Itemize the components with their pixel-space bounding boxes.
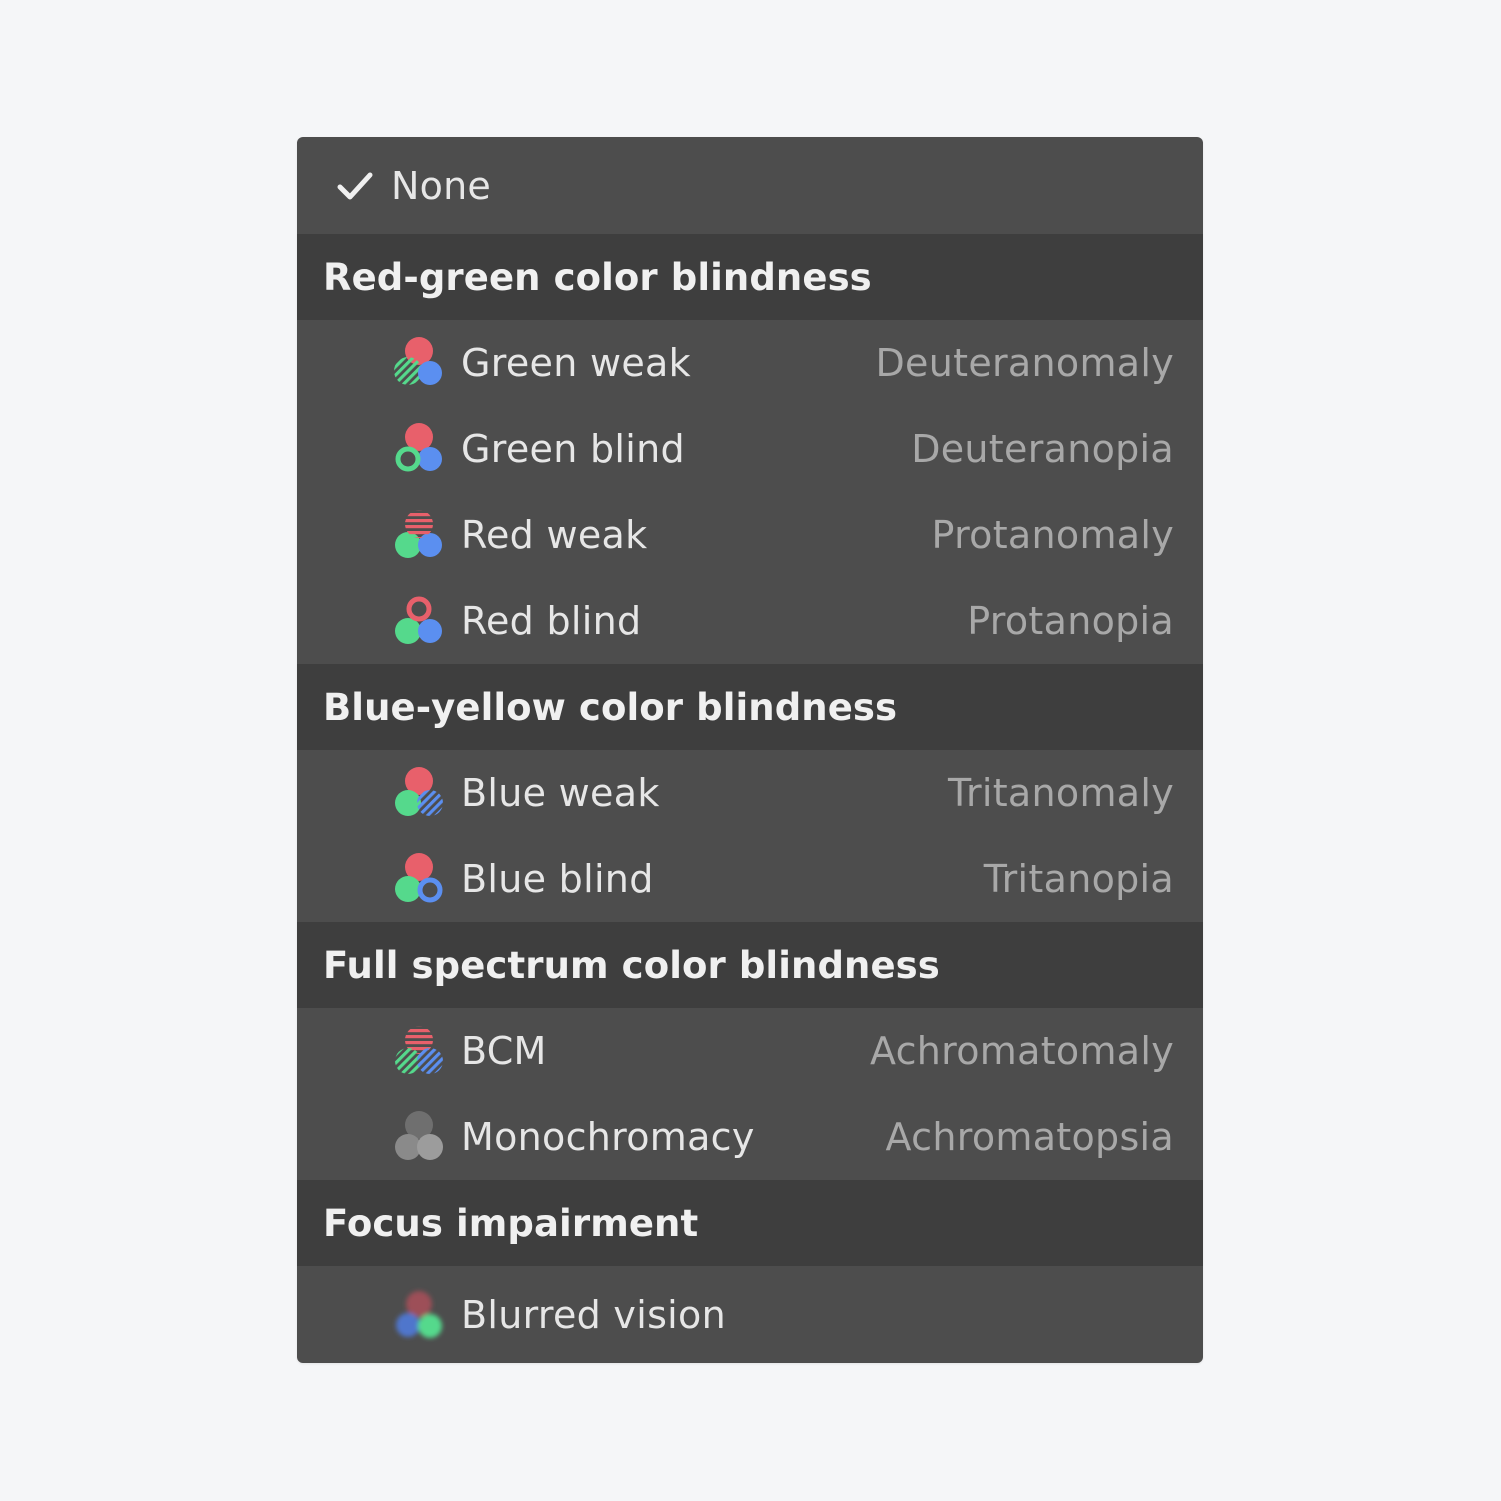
menu-item-term: Achromatopsia [885,1115,1174,1159]
menu-item-term: Tritanopia [983,857,1174,901]
blurred-vision-icon [396,1290,442,1338]
menu-item-label: Monochromacy [461,1115,755,1159]
section-header-blue-yellow: Blue-yellow color blindness [297,664,1203,750]
menu-item-label: Red weak [461,513,648,557]
menu-item-label: BCM [461,1029,547,1073]
menu-item-label: Red blind [461,599,642,643]
red-blind-icon [395,596,442,644]
blue-weak-icon [395,767,443,816]
section-title: Blue-yellow color blindness [323,685,898,729]
monochromacy-icon [395,1111,443,1160]
menu-item-term: Protanomaly [931,513,1174,557]
menu-item-term: Protanopia [967,599,1174,643]
menu-item-term: Achromatomaly [869,1029,1174,1073]
green-blind-icon [395,423,442,472]
bcm-icon [395,1026,443,1074]
green-weak-icon [394,337,442,385]
menu-item-term: Tritanomaly [948,771,1174,815]
section-header-focus-impairment: Focus impairment [297,1180,1203,1266]
menu-item-monochromacy[interactable]: Monochromacy Achromatopsia [297,1094,1203,1180]
section-title: Full spectrum color blindness [323,943,940,987]
menu-item-blue-weak[interactable]: Blue weak Tritanomaly [297,750,1203,836]
menu-item-red-weak[interactable]: Red weak Protanomaly [297,492,1203,578]
section-title: Focus impairment [323,1201,699,1245]
menu-item-green-blind[interactable]: Green blind Deuteranopia [297,406,1203,492]
menu-item-label: Green blind [461,427,685,471]
menu-item-label: Blurred vision [461,1292,726,1337]
menu-item-none-label: None [391,163,491,208]
blue-blind-icon [395,853,443,903]
red-weak-icon [395,510,442,558]
menu-item-blurred-vision[interactable]: Blurred vision [297,1266,1203,1363]
menu-item-none[interactable]: None [297,137,1203,234]
menu-item-label: Green weak [461,341,691,385]
menu-item-label: Blue weak [461,771,660,815]
section-title: Red-green color blindness [323,255,872,299]
menu-item-term: Deuteranomaly [875,341,1174,385]
menu-item-blue-blind[interactable]: Blue blind Tritanopia [297,836,1203,922]
menu-item-green-weak[interactable]: Green weak Deuteranomaly [297,320,1203,406]
menu-item-label: Blue blind [461,857,654,901]
menu-item-term: Deuteranopia [911,427,1174,471]
section-header-full-spectrum: Full spectrum color blindness [297,922,1203,1008]
menu-item-red-blind[interactable]: Red blind Protanopia [297,578,1203,664]
color-vision-menu: None Red-green color blindness Green wea… [297,137,1203,1363]
menu-item-bcm[interactable]: BCM Achromatomaly [297,1008,1203,1094]
checkmark-icon [337,172,373,199]
section-header-red-green: Red-green color blindness [297,234,1203,320]
